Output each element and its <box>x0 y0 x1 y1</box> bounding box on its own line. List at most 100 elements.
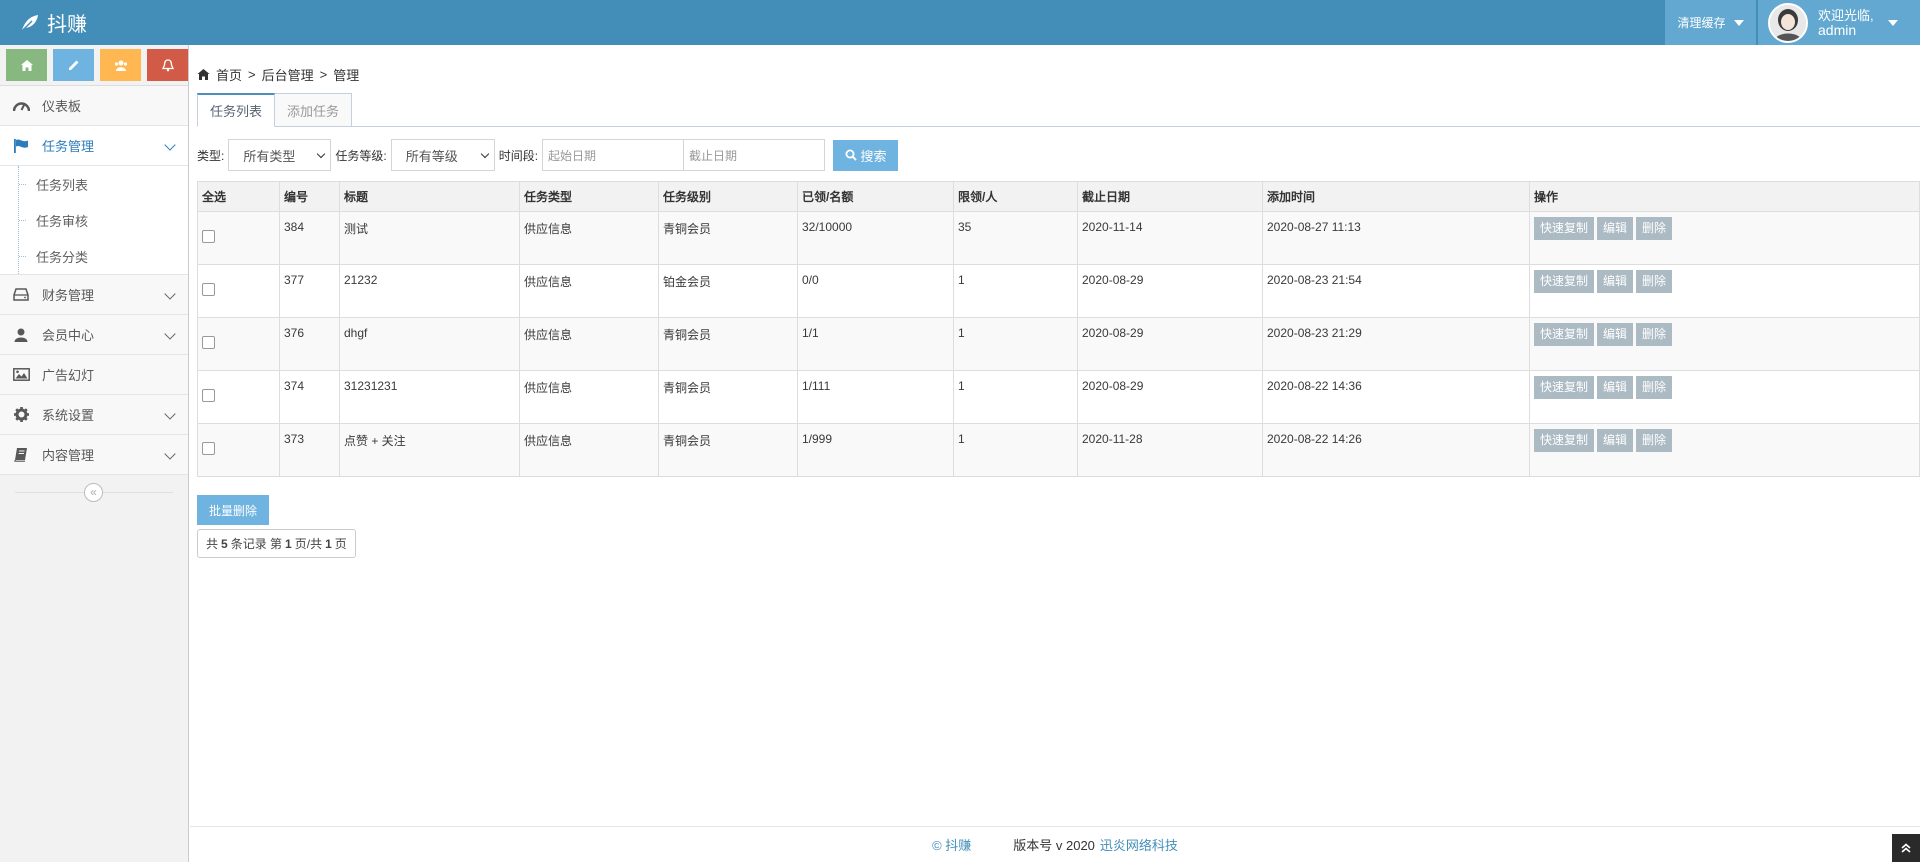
leaf-icon <box>21 14 38 32</box>
search-button[interactable]: 搜索 <box>833 139 899 171</box>
quick-copy-button[interactable]: 快速复制 <box>1534 217 1595 240</box>
cell-deadline: 2020-08-29 <box>1077 264 1263 318</box>
delete-button[interactable]: 删除 <box>1636 376 1673 399</box>
type-filter-label: 类型: <box>197 148 225 163</box>
scroll-top-button[interactable] <box>1892 834 1920 862</box>
row-checkbox[interactable] <box>202 389 215 402</box>
breadcrumb-backend[interactable]: 后台管理 <box>262 65 314 84</box>
delete-button[interactable]: 删除 <box>1636 270 1673 293</box>
cell-id: 376 <box>279 317 340 371</box>
submenu-task-review[interactable]: 任务审核 <box>0 202 188 238</box>
pager-page: 1 <box>285 536 292 551</box>
quick-copy-button[interactable]: 快速复制 <box>1534 323 1595 346</box>
sidebar-item-system-settings[interactable]: 系统设置 <box>0 395 188 435</box>
task-table: 全选 编号 标题 任务类型 任务级别 已领/名额 限领/人 截止日期 添加时间 … <box>197 181 1920 477</box>
edit-button[interactable]: 编辑 <box>1597 323 1634 346</box>
column-header: 限领/人 <box>953 181 1078 212</box>
row-checkbox[interactable] <box>202 283 215 296</box>
submenu-task-list[interactable]: 任务列表 <box>0 166 188 202</box>
cell-actions: 快速复制 编辑 删除 <box>1529 423 1920 477</box>
sidebar-item-dashboard[interactable]: 仪表板 <box>0 86 188 126</box>
cell-id: 374 <box>279 370 340 424</box>
double-chevron-up-icon <box>1901 843 1911 853</box>
chevron-down-icon <box>480 149 489 158</box>
end-date-input[interactable]: 截止日期 <box>683 139 826 171</box>
delete-button[interactable]: 删除 <box>1636 323 1673 346</box>
bulk-delete-button[interactable]: 批量删除 <box>197 495 269 525</box>
delete-button[interactable]: 删除 <box>1636 217 1673 240</box>
cell-limit: 1 <box>953 423 1078 477</box>
breadcrumb: 首页 > 后台管理 > 管理 <box>197 65 359 84</box>
sidebar-item-content-management[interactable]: 内容管理 <box>0 435 188 475</box>
cell-level: 青铜会员 <box>658 211 798 265</box>
tab-task-list[interactable]: 任务列表 <box>197 93 276 127</box>
avatar <box>1768 2 1808 43</box>
quick-copy-button[interactable]: 快速复制 <box>1534 376 1595 399</box>
edit-button[interactable]: 编辑 <box>1597 270 1634 293</box>
breadcrumb-current: 管理 <box>333 68 360 83</box>
double-chevron-left-icon[interactable]: « <box>84 483 103 502</box>
pager-text: 共 <box>206 537 219 551</box>
edit-button[interactable]: 编辑 <box>1597 429 1634 452</box>
submenu-task-category[interactable]: 任务分类 <box>0 238 188 274</box>
cell-added: 2020-08-23 21:54 <box>1262 264 1530 318</box>
cell-quota: 1/111 <box>797 370 954 424</box>
footer-copyright[interactable]: © 抖赚 <box>932 835 971 854</box>
shortcut-bell-button[interactable] <box>147 49 188 81</box>
search-button-label: 搜索 <box>860 148 887 164</box>
search-icon <box>845 149 857 161</box>
shortcut-home-button[interactable] <box>6 49 47 81</box>
cell-quota: 0/0 <box>797 264 954 318</box>
cell-id: 373 <box>279 423 340 477</box>
cell-type: 供应信息 <box>519 317 659 371</box>
pager-pages: 1 <box>325 536 332 551</box>
table-row: 384 测试 供应信息 青铜会员 32/10000 35 2020-11-14 … <box>197 211 1920 265</box>
username: admin <box>1818 21 1857 38</box>
quick-copy-button[interactable]: 快速复制 <box>1534 270 1595 293</box>
row-checkbox[interactable] <box>202 442 215 455</box>
breadcrumb-separator: > <box>248 67 256 82</box>
row-checkbox[interactable] <box>202 230 215 243</box>
sidebar-item-label: 仪表板 <box>42 99 82 114</box>
edit-button[interactable]: 编辑 <box>1597 376 1634 399</box>
column-header: 已领/名额 <box>797 181 954 212</box>
quick-copy-button[interactable]: 快速复制 <box>1534 429 1595 452</box>
tab-add-task[interactable]: 添加任务 <box>274 93 353 127</box>
sidebar-item-finance[interactable]: 财务管理 <box>0 275 188 315</box>
shortcut-users-button[interactable] <box>100 49 141 81</box>
sidebar-item-ad-slides[interactable]: 广告幻灯 <box>0 355 188 395</box>
start-date-input[interactable]: 起始日期 <box>542 139 685 171</box>
sidebar-item-member-center[interactable]: 会员中心 <box>0 315 188 355</box>
clear-cache-button[interactable]: 清理缓存 <box>1665 0 1756 45</box>
tab-bar: 任务列表 添加任务 <box>197 93 353 127</box>
cell-quota: 32/10000 <box>797 211 954 265</box>
breadcrumb-home-link[interactable]: 首页 <box>216 65 242 84</box>
cell-level: 铂金会员 <box>658 264 798 318</box>
table-row: 373 点赞 + 关注 供应信息 青铜会员 1/999 1 2020-11-28… <box>197 423 1920 477</box>
shortcut-edit-button[interactable] <box>53 49 94 81</box>
brand-logo[interactable]: 抖赚 <box>20 0 87 45</box>
level-select[interactable]: 所有等级 <box>390 139 495 171</box>
gear-icon <box>12 406 30 424</box>
sidebar-item-task-management[interactable]: 任务管理 <box>0 126 188 166</box>
sidebar: 仪表板 任务管理 任务列表 任务审核 任务分类 财务管理 会员中心 广告幻灯 系… <box>0 45 189 862</box>
home-icon <box>20 59 33 71</box>
type-select[interactable]: 所有类型 <box>228 139 332 171</box>
cell-level: 青铜会员 <box>658 423 798 477</box>
delete-button[interactable]: 删除 <box>1636 429 1673 452</box>
chevron-down-icon <box>164 408 176 420</box>
cell-title: 21232 <box>339 264 520 318</box>
picture-icon <box>12 366 30 384</box>
edit-button[interactable]: 编辑 <box>1597 217 1634 240</box>
row-checkbox[interactable] <box>202 336 215 349</box>
cell-title: dhgf <box>339 317 520 371</box>
type-select-value: 所有类型 <box>243 148 296 164</box>
cell-type: 供应信息 <box>519 370 659 424</box>
clear-cache-label: 清理缓存 <box>1677 16 1726 30</box>
footer-version: 版本号 v 2020 <box>1013 838 1095 853</box>
user-menu[interactable]: 欢迎光临, admin <box>1758 0 1920 45</box>
column-header: 操作 <box>1529 181 1920 212</box>
sidebar-item-label: 内容管理 <box>42 448 95 463</box>
footer-company-link[interactable]: 迅炎网络科技 <box>1100 835 1178 854</box>
select-all-header[interactable]: 全选 <box>197 181 280 212</box>
